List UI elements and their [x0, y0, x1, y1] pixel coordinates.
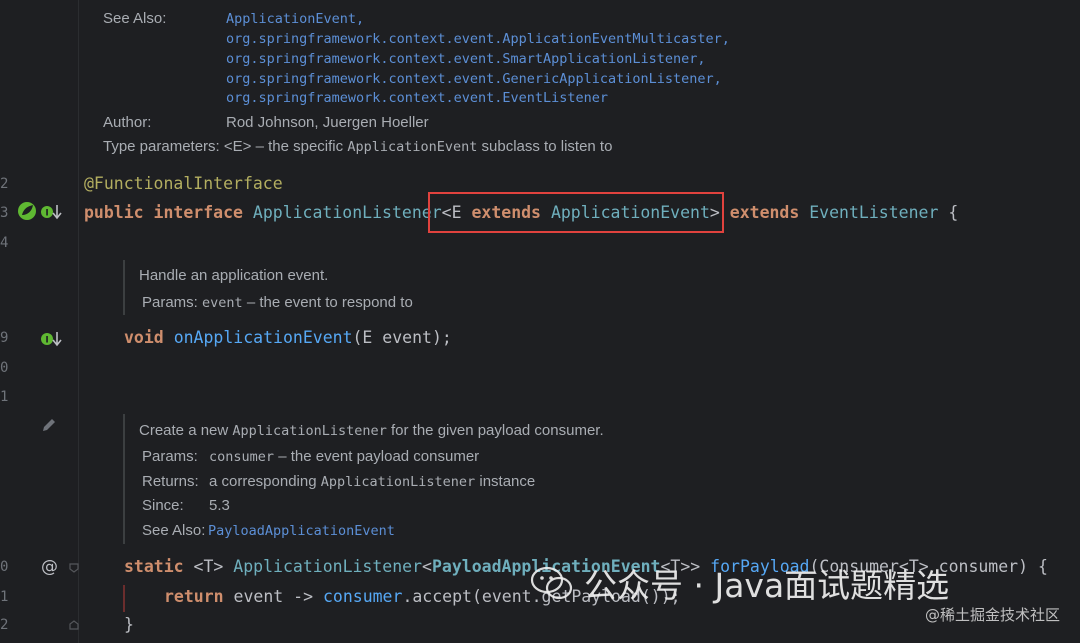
see-also-link[interactable]: ApplicationEvent, — [226, 11, 364, 27]
params-code: event — [202, 295, 243, 311]
type-params-desc-post: subclass to listen to — [481, 138, 613, 155]
code-text: event -> — [223, 587, 323, 606]
since-label: Since: — [142, 497, 184, 514]
doc-text: Create a new — [139, 422, 229, 439]
params-desc: – the event payload consumer — [278, 448, 480, 465]
kw-extends-parent: extends — [729, 203, 800, 222]
kw-static: static — [124, 557, 184, 576]
fold-marker-icon[interactable] — [68, 619, 80, 631]
parent-interface: EventListener — [809, 203, 939, 222]
doc-bar — [123, 414, 125, 544]
line-number: 2 — [0, 617, 9, 633]
scope-indicator — [123, 585, 125, 612]
kw-public: public — [84, 203, 144, 222]
doc-text: for the given payload consumer. — [391, 422, 604, 439]
implemented-down-icon[interactable]: I — [40, 203, 62, 221]
params-label: Params: — [142, 448, 198, 465]
line-number: 1 — [0, 589, 9, 605]
type-params-code: ApplicationEvent — [347, 139, 478, 155]
pencil-icon[interactable] — [40, 416, 58, 434]
implemented-down-icon[interactable]: I — [40, 330, 62, 348]
annotation-at-icon[interactable]: @ — [41, 557, 58, 577]
method-params: (E event); — [352, 328, 452, 347]
params-value: consumer – the event payload consumer — [209, 448, 479, 465]
doc-bar — [123, 260, 125, 315]
generic-t: <T> — [193, 557, 224, 576]
watermark-text: 公众号 · Java面试题精选 — [584, 566, 950, 605]
see-also-link[interactable]: PayloadApplicationEvent — [208, 523, 395, 539]
kw-void: void — [124, 328, 164, 347]
line-number: 4 — [0, 235, 9, 251]
svg-text:I: I — [45, 209, 48, 219]
see-also-link[interactable]: org.springframework.context.event.Generi… — [226, 71, 722, 87]
open-brace: { — [948, 203, 959, 222]
since-value: 5.3 — [209, 497, 230, 514]
spring-leaf-icon[interactable] — [16, 200, 38, 222]
see-also-label: See Also: — [142, 522, 206, 539]
see-also-link[interactable]: org.springframework.context.event.Applic… — [226, 31, 730, 47]
line-number: 0 — [0, 360, 9, 376]
kw-interface: interface — [153, 203, 243, 222]
doc-text: a corresponding — [209, 473, 317, 490]
watermark-secondary: @稀土掘金技术社区 — [924, 606, 1060, 624]
params-code: consumer — [209, 449, 275, 465]
consumer-ref: consumer — [322, 587, 403, 606]
type-params-label: Type parameters: — [103, 138, 220, 155]
wechat-icon — [530, 566, 573, 600]
line-number: 2 — [0, 176, 9, 192]
params-desc: – the event to respond to — [246, 294, 413, 311]
doc-code: ApplicationListener — [320, 474, 476, 490]
see-also-link[interactable]: org.springframework.context.event.EventL… — [226, 90, 608, 106]
highlight-box — [428, 192, 724, 233]
doc-code: ApplicationListener — [232, 423, 387, 439]
doc-forpayload-summary: Create a new ApplicationListener for the… — [139, 422, 604, 439]
fold-marker-icon[interactable] — [68, 562, 80, 574]
line-number: 3 — [0, 205, 9, 221]
doc-method-summary: Handle an application event. — [139, 267, 329, 284]
line-number: 0 — [0, 559, 9, 575]
method-name: onApplicationEvent — [173, 328, 353, 347]
interface-name: ApplicationListener — [252, 203, 442, 222]
type-params-desc-pre: <E> – the specific — [223, 138, 344, 155]
see-also-label: See Also: — [103, 10, 167, 27]
line-number: 1 — [0, 389, 9, 405]
svg-text:I: I — [45, 336, 48, 346]
author-value: Rod Johnson, Juergen Hoeller — [226, 114, 429, 131]
doc-params-row: Params: event – the event to respond to — [142, 294, 413, 311]
author-label: Author: — [103, 114, 152, 131]
close-brace: } — [124, 615, 134, 634]
return-type: ApplicationListener — [233, 557, 423, 576]
doc-text: instance — [479, 473, 536, 490]
editor-gutter: 2 3 4 9 0 1 0 1 2 I I @ — [0, 0, 79, 643]
returns-value: a corresponding ApplicationListener inst… — [209, 473, 535, 490]
method-on-application-event: void onApplicationEvent(E event); — [124, 328, 452, 347]
see-also-link[interactable]: org.springframework.context.event.SmartA… — [226, 51, 706, 67]
kw-return: return — [164, 587, 224, 606]
generic-open: < — [422, 557, 432, 576]
type-params-row: Type parameters: <E> – the specific Appl… — [103, 138, 612, 155]
params-label: Params: — [142, 294, 198, 311]
returns-label: Returns: — [142, 473, 199, 490]
annotation-functional-interface: @FunctionalInterface — [84, 174, 283, 193]
line-number: 9 — [0, 330, 9, 346]
watermark: 公众号 · Java面试题精选 — [530, 553, 949, 613]
